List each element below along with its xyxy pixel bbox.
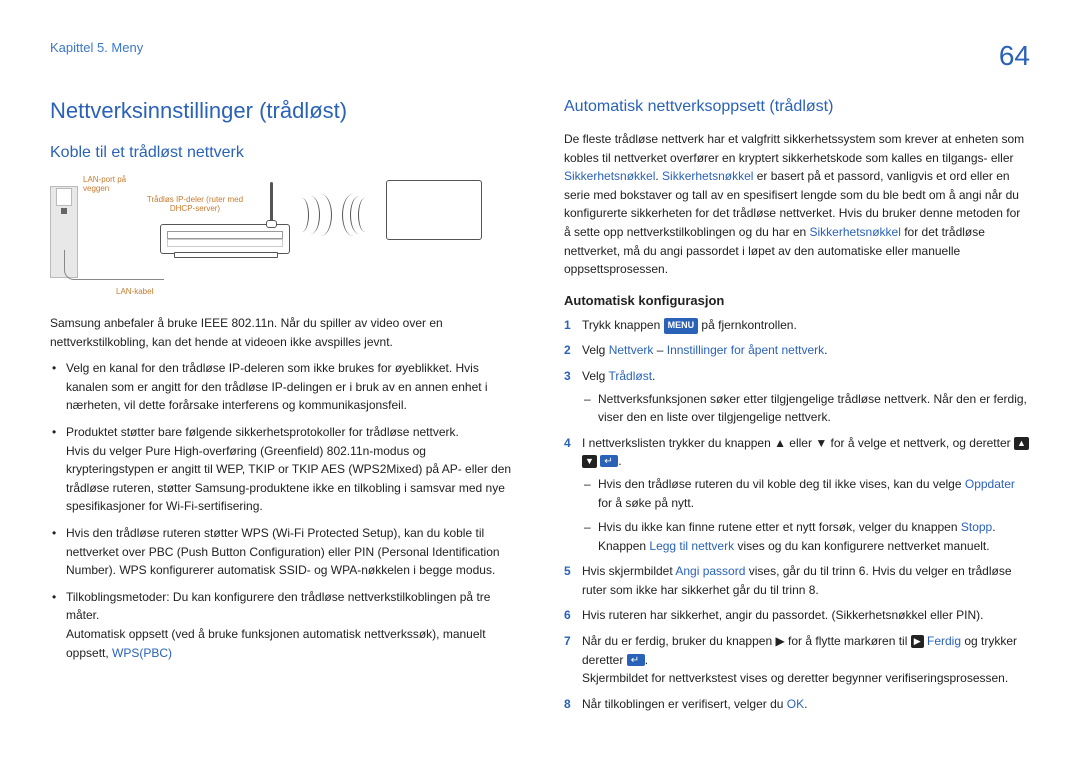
term-security-key: Sikkerhetsnøkkel (564, 169, 655, 183)
action-stop: Stopp (961, 520, 992, 534)
sub-list-item: Hvis den trådløse ruteren du vil koble d… (598, 475, 1030, 512)
antenna-base-icon (266, 220, 277, 228)
signal-arc-icon (342, 194, 364, 236)
menu-path: Innstillinger for åpent nettverk (667, 343, 824, 357)
action-refresh: Oppdater (965, 477, 1015, 491)
right-arrow-icon: ▶ (911, 635, 924, 648)
enter-icon (627, 654, 645, 666)
step-item: I nettverkslisten trykker du knappen ▲ e… (582, 434, 1030, 556)
term-security-key: Sikkerhetsnøkkel (662, 169, 753, 183)
router-base-icon (174, 252, 278, 258)
menu-path: Trådløst (608, 369, 652, 383)
page-number: 64 (999, 40, 1030, 72)
list-item-text: Tilkoblingsmetoder: Du kan konfigurere d… (66, 590, 490, 623)
sub-bullet-list: Hvis den trådløse ruteren du vil koble d… (582, 475, 1030, 555)
screen-enter-password: Angi passord (675, 564, 745, 578)
action-ok: OK (787, 697, 804, 711)
subsection-heading: Automatisk nettverksoppsett (trådløst) (564, 98, 1030, 116)
enter-icon (600, 455, 618, 467)
page-header: Kapittel 5. Meny 64 (50, 40, 1030, 72)
diagram-label-router: Trådløs IP-deler (ruter med DHCP-server) (145, 196, 245, 214)
sub-list-item: Hvis du ikke kan finne rutene etter et n… (598, 518, 1030, 555)
step-item: Velg Trådløst. Nettverksfunksjonen søker… (582, 367, 1030, 427)
bullet-list: Velg en kanal for den trådløse IP-delere… (50, 359, 516, 662)
wall-jack-icon (61, 208, 67, 214)
step-item: Når tilkoblingen er verifisert, velger d… (582, 695, 1030, 714)
list-item: Velg en kanal for den trådløse IP-delere… (66, 359, 516, 415)
sub-list-item: Nettverksfunksjonen søker etter tilgjeng… (598, 390, 1030, 427)
wall-port-icon (56, 188, 72, 206)
cable-icon (64, 250, 164, 280)
diagram-label-cable: LAN-kabel (116, 288, 166, 297)
menu-path: Nettverk (609, 343, 654, 357)
term-security-key: Sikkerhetsnøkkel (810, 225, 901, 239)
right-column: Automatisk nettverksoppsett (trådløst) D… (564, 98, 1030, 720)
action-done: Ferdig (927, 634, 961, 648)
section-heading: Nettverksinnstillinger (trådløst) (50, 98, 516, 124)
intro-text: Samsung anbefaler å bruke IEEE 802.11n. … (50, 314, 516, 351)
list-item: Hvis den trådløse ruteren støtter WPS (W… (66, 524, 516, 580)
antenna-icon (270, 182, 273, 224)
step-item: Trykk knappen MENU på fjernkontrollen. (582, 316, 1030, 335)
step-item: Hvis skjermbildet Angi passord vises, gå… (582, 562, 1030, 599)
step-item: Når du er ferdig, bruker du knappen ▶ fo… (582, 632, 1030, 688)
chapter-label: Kapittel 5. Meny (50, 40, 143, 55)
menu-button-badge: MENU (664, 318, 699, 334)
signal-arc-icon (310, 194, 332, 236)
content-columns: Nettverksinnstillinger (trådløst) Koble … (50, 98, 1030, 720)
left-column: Nettverksinnstillinger (trådløst) Koble … (50, 98, 516, 720)
step-item: Velg Nettverk – Innstillinger for åpent … (582, 341, 1030, 360)
list-item-text: Hvis du velger Pure High-overføring (Gre… (66, 444, 511, 514)
link-wps: WPS(PBC) (112, 646, 172, 660)
list-item: Tilkoblingsmetoder: Du kan konfigurere d… (66, 588, 516, 662)
body-text: De fleste trådløse nettverk har et valgf… (564, 130, 1030, 279)
list-item-text: Produktet støtter bare følgende sikkerhe… (66, 425, 459, 439)
diagram-label-lan-port: LAN-port på veggen (83, 176, 143, 194)
subsubsection-heading: Automatisk konfigurasjon (564, 293, 1030, 308)
step-list: Trykk knappen MENU på fjernkontrollen. V… (564, 316, 1030, 714)
network-diagram: LAN-port på veggen Trådløs IP-deler (rut… (50, 176, 490, 300)
step-item: Hvis ruteren har sikkerhet, angir du pas… (582, 606, 1030, 625)
action-add-network: Legg til nettverk (649, 539, 734, 553)
up-arrow-icon: ▲ (1014, 437, 1029, 450)
sub-bullet-list: Nettverksfunksjonen søker etter tilgjeng… (582, 390, 1030, 427)
down-arrow-icon: ▼ (582, 455, 597, 468)
subsection-heading: Koble til et trådløst nettverk (50, 144, 516, 162)
list-item: Produktet støtter bare følgende sikkerhe… (66, 423, 516, 516)
display-icon (386, 180, 482, 240)
router-icon (160, 224, 290, 254)
